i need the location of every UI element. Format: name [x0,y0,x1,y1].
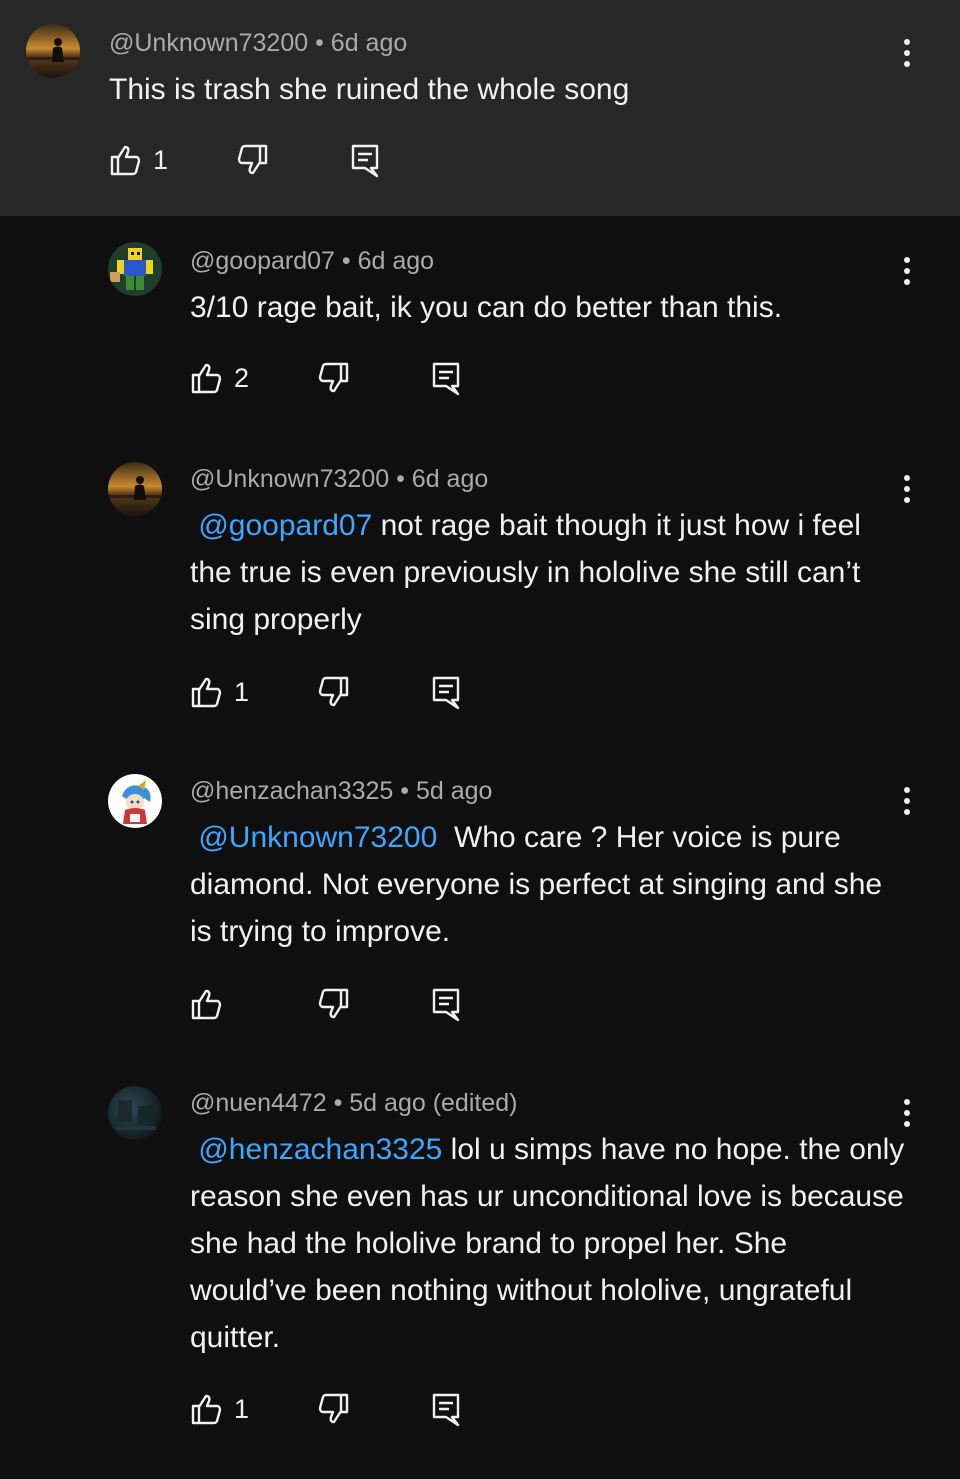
thumbs-down-icon [318,676,349,707]
separator-dot: • [341,247,351,275]
comment-time: 5d ago [416,777,493,805]
comment-author[interactable]: @henzachan3325 [190,777,393,805]
like-button[interactable] [190,987,234,1021]
like-count: 1 [153,144,169,175]
pixel-character-avatar-icon [108,242,162,296]
vertical-dots-icon [904,257,910,285]
comment-actions: 2 [190,361,490,401]
dislike-button[interactable] [316,675,350,709]
avatar[interactable] [26,24,80,78]
reply-button[interactable] [431,987,461,1023]
thumbs-down-icon [237,144,268,175]
vertical-dots-icon [904,1099,910,1127]
like-button[interactable]: 2 [190,361,249,395]
vertical-dots-icon [904,787,910,815]
comment-meta: @goopard07 • 6d ago [190,247,434,276]
reply-comment-icon [432,676,460,710]
reply-comment: @henzachan3325 • 5d ago @Unknown73200 Wh… [0,772,960,1084]
comment-meta: @Unknown73200 • 6d ago [190,465,488,494]
avatar[interactable] [108,774,162,828]
like-button[interactable]: 1 [109,143,168,177]
comment-time: 6d ago [330,29,408,57]
comment-actions [190,987,490,1027]
anime-character-avatar-icon [108,774,162,828]
comment-meta: @nuen4472 • 5d ago (edited) [190,1089,517,1118]
thumbs-up-icon [110,145,141,176]
reply-button[interactable] [431,361,461,397]
vertical-dots-icon [904,475,910,503]
comment-time: 6d ago [411,465,489,493]
mention-link[interactable]: @henzachan3325 [198,1133,442,1166]
comment-text: @goopard07 not rage bait though it just … [190,502,905,643]
comment-body: This is trash she ruined the whole song [109,73,630,106]
like-count: 1 [234,1393,250,1424]
sunset-silhouette-avatar-icon [108,462,162,516]
comment-meta: @Unknown73200 • 6d ago [109,29,407,58]
thumbs-up-icon [191,989,222,1020]
comment-time: 6d ago [357,247,435,275]
comment-author[interactable]: @nuen4472 [190,1089,327,1117]
thumbs-down-icon [318,1393,349,1424]
reply-button[interactable] [350,143,380,179]
comment-actions: 1 [109,143,409,183]
reply-comment: @nuen4472 • 5d ago (edited) @henzachan33… [0,1084,960,1479]
comment-text: @Unknown73200 Who care ? Her voice is pu… [190,814,905,955]
mention-link[interactable]: @goopard07 [198,509,372,542]
separator-dot: • [400,777,410,805]
comment-author[interactable]: @Unknown73200 [109,29,308,57]
more-options-button[interactable] [895,1096,919,1130]
more-options-button[interactable] [895,36,919,70]
comment-author[interactable]: @Unknown73200 [190,465,389,493]
like-count: 1 [234,676,250,707]
like-button[interactable]: 1 [190,675,249,709]
comment-actions: 1 [190,675,490,715]
reply-comment-icon [351,144,379,178]
comment-text: This is trash she ruined the whole song [109,66,889,113]
thumbs-up-icon [191,363,222,394]
comment-time: 5d ago (edited) [349,1089,518,1117]
comment-meta: @henzachan3325 • 5d ago [190,777,492,806]
avatar[interactable] [108,1086,162,1140]
separator-dot: • [396,465,405,493]
comment-thread-parent: @Unknown73200 • 6d ago This is trash she… [0,0,960,216]
dislike-button[interactable] [316,987,350,1021]
comment-text: @henzachan3325 lol u simps have no hope.… [190,1126,905,1361]
more-options-button[interactable] [895,472,919,506]
dislike-button[interactable] [316,1392,350,1426]
avatar[interactable] [108,462,162,516]
comment-body: lol u simps have no hope. the only reaso… [190,1133,905,1354]
reply-comment-icon [432,362,460,396]
reply-comment: @goopard07 • 6d ago 3/10 rage bait, ik y… [0,216,960,460]
avatar[interactable] [108,242,162,296]
comment-text: 3/10 rage bait, ik you can do better tha… [190,284,905,331]
dark-room-avatar-icon [108,1086,162,1140]
like-count: 2 [234,362,250,393]
reply-comment-icon [432,988,460,1022]
reply-button[interactable] [431,675,461,711]
comment-actions: 1 [190,1392,490,1432]
thumbs-down-icon [318,362,349,393]
mention-link[interactable]: @Unknown73200 [198,821,437,854]
separator-dot: • [333,1089,343,1117]
thumbs-up-icon [191,1394,222,1425]
reply-comment-icon [432,1393,460,1427]
thumbs-up-icon [191,677,222,708]
comment-body: 3/10 rage bait, ik you can do better tha… [190,291,783,324]
reply-button[interactable] [431,1392,461,1428]
thumbs-down-icon [318,988,349,1019]
vertical-dots-icon [904,39,910,67]
more-options-button[interactable] [895,784,919,818]
dislike-button[interactable] [235,143,269,177]
dislike-button[interactable] [316,361,350,395]
separator-dot: • [315,29,324,57]
comment-author[interactable]: @goopard07 [190,247,335,275]
reply-comment: @Unknown73200 • 6d ago @goopard07 not ra… [0,460,960,772]
sunset-silhouette-avatar-icon [26,24,80,78]
more-options-button[interactable] [895,254,919,288]
like-button[interactable]: 1 [190,1392,249,1426]
